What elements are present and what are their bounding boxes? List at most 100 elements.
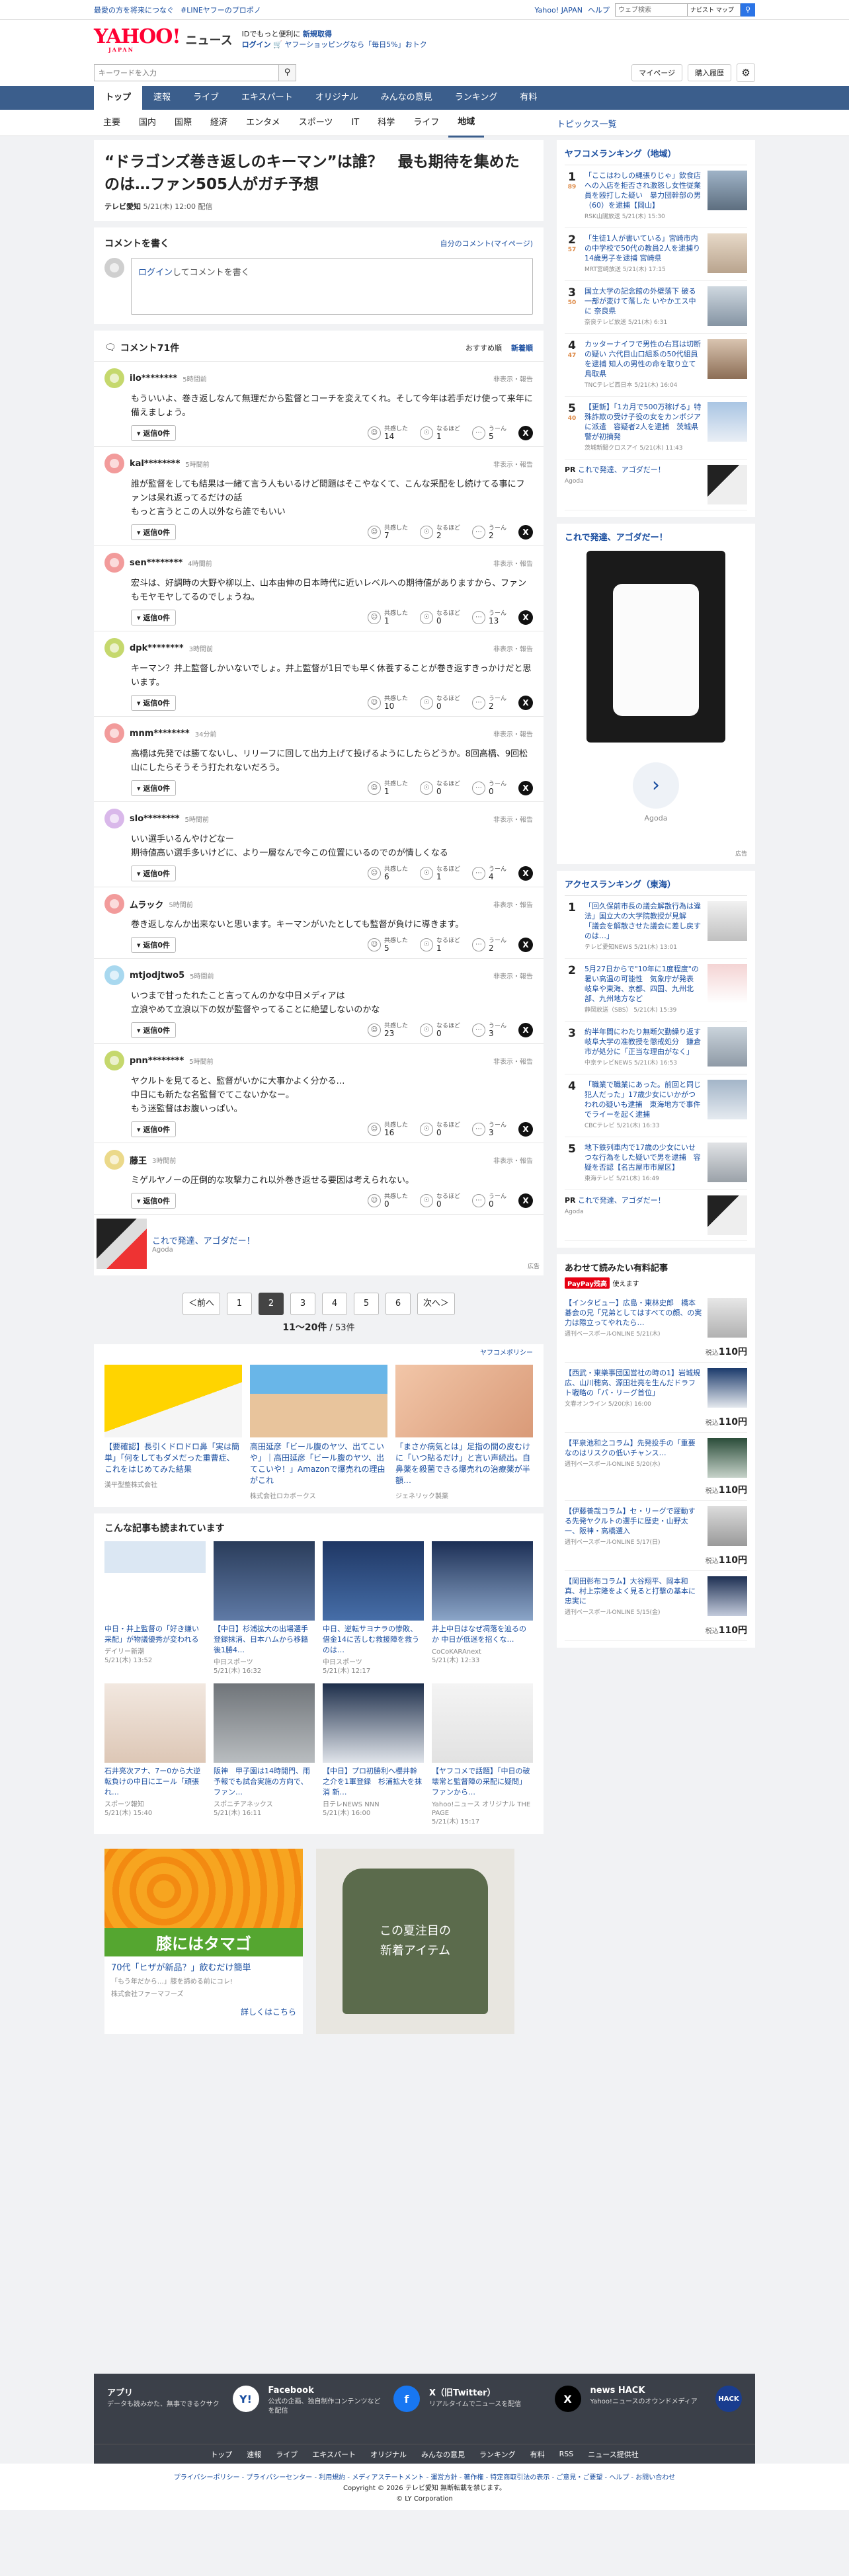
rank-title[interactable]: 5月27日からで"10年に1度程度"の暑い高温の可能性 気象庁が発表 岐阜や東海… — [585, 965, 701, 1003]
insight-reaction[interactable]: ☉ なるほど 0 — [419, 696, 460, 710]
footer-nav-item[interactable]: ニュース提供社 — [588, 2449, 638, 2460]
report-link[interactable]: 非表示・報告 — [493, 459, 533, 469]
paid-title[interactable]: 【西武・東樂事団国営社の時の1】岩城規広、山川穂高、源田壮亮を生んだドラフト戦略… — [565, 1369, 700, 1397]
pr-item[interactable]: PR これで発達、アゴダだー！ Agoda — [565, 460, 747, 510]
app-icon[interactable]: f — [393, 2386, 420, 2412]
paid-article[interactable]: 【インタビュー】広島・東林史郎 橋本碁会の兄「兄弟としてはすべての顔、の実力は際… — [565, 1293, 747, 1363]
avatar[interactable] — [104, 723, 124, 743]
insight-reaction[interactable]: ☉ なるほど 1 — [419, 938, 460, 952]
reply-button[interactable]: ▾ 返信0件 — [131, 1022, 177, 1038]
hmm-reaction[interactable]: ⋯ うーん 4 — [471, 866, 506, 881]
ad-title[interactable]: 70代「ヒザが新品？」飲むだけ簡単 — [104, 1956, 303, 1974]
app-title[interactable]: X（旧Twitter） — [429, 2386, 548, 2398]
x-share-icon[interactable]: X — [518, 1122, 533, 1137]
cat-world[interactable]: 国際 — [165, 110, 201, 136]
hmm-reaction[interactable]: ⋯ うーん 2 — [471, 525, 506, 540]
empathy-reaction[interactable]: ☺ 共感した 5 — [367, 938, 408, 952]
search-icon[interactable]: ⚲ — [741, 3, 755, 17]
related-article[interactable]: 石井亮次アナ、7ー0から大逆転負けの中日にエール「頑張れ… スポーツ報知 5/21(… — [104, 1683, 206, 1826]
report-link[interactable]: 非表示・報告 — [493, 643, 533, 653]
insight-reaction[interactable]: ☉ なるほど 1 — [419, 866, 460, 881]
avatar[interactable] — [104, 454, 124, 473]
gear-icon[interactable]: ⚙ — [737, 63, 755, 82]
hmm-reaction[interactable]: ⋯ うーん 5 — [471, 426, 506, 440]
page-4[interactable]: 4 — [322, 1293, 347, 1315]
prev-page-button[interactable]: ＜前へ — [182, 1293, 220, 1315]
app-icon[interactable]: X — [554, 2386, 581, 2412]
cat-it[interactable]: IT — [342, 110, 368, 136]
login-link[interactable]: ログイン — [242, 40, 271, 49]
comment-username[interactable]: slo******** — [130, 814, 180, 824]
empathy-reaction[interactable]: ☺ 共感した 10 — [367, 696, 408, 710]
ad-title[interactable]: これで発達、アゴダだー！ — [565, 530, 747, 543]
x-share-icon[interactable]: X — [518, 1193, 533, 1208]
comment-username[interactable]: mnm******** — [130, 729, 190, 739]
page-5[interactable]: 5 — [354, 1293, 379, 1315]
ranking-item[interactable]: 4 47 カッターナイフで男性の右耳は切断の疑い 六代目山口組系の50代組員を逮捕 … — [565, 334, 747, 397]
ranking-item[interactable]: 2 57 「生徒1人が書いている」宮崎市内の中学校で50代の教員2人を逮捕り 14歳… — [565, 228, 747, 281]
report-link[interactable]: 非表示・報告 — [493, 971, 533, 981]
empathy-reaction[interactable]: ☺ 共感した 1 — [367, 610, 408, 625]
empathy-reaction[interactable]: ☺ 共感した 16 — [367, 1122, 408, 1137]
cat-main[interactable]: 主要 — [94, 110, 130, 136]
nav-original[interactable]: オリジナル — [304, 86, 370, 110]
article-title[interactable]: 【ヤフコメで話題】「中日の破壊常と監督陣の采配に疑問」ファンから… — [432, 1766, 533, 1798]
cat-local[interactable]: 地域 — [448, 109, 485, 138]
empathy-reaction[interactable]: ☺ 共感した 7 — [367, 525, 408, 540]
reply-button[interactable]: ▾ 返信0件 — [131, 865, 177, 881]
related-article[interactable]: 【ヤフコメで話題】「中日の破壊常と監督陣の采配に疑問」ファンから… Yahoo!ニ… — [432, 1683, 533, 1826]
article-title[interactable]: 石井亮次アナ、7ー0から大逆転負けの中日にエール「頑張れ… — [104, 1766, 206, 1798]
nav-expert[interactable]: エキスパート — [230, 86, 304, 110]
hmm-reaction[interactable]: ⋯ うーん 2 — [471, 938, 506, 952]
comment-username[interactable]: dpk******** — [130, 643, 184, 653]
related-article[interactable]: 中日、逆転サヨナラの惨敗、借金14に苦しむ救援陣を救うのは… 中日スポーツ 5/21… — [323, 1541, 424, 1675]
insight-reaction[interactable]: ☉ なるほど 0 — [419, 1023, 460, 1037]
ad-more-link[interactable]: 詳しくはこちら — [104, 1999, 303, 2024]
paid-title[interactable]: 【伊藤善哉コラム】セ・リーグで躍動する先発ヤクルトの選手に歴史・山野太一、阪神・… — [565, 1507, 696, 1535]
avatar[interactable] — [104, 894, 124, 914]
article-source[interactable]: テレビ愛知 — [104, 202, 141, 211]
cat-life[interactable]: ライフ — [404, 110, 448, 136]
article-title[interactable]: 中日・井上監督の「好き嫌い采配」が物議優秀が変われる — [104, 1624, 206, 1645]
rank-title[interactable]: 「ここはわしの縄張りじゃ」飲食店への入店を拒否され激怒し女性従業員を殴打した疑い… — [585, 171, 701, 210]
egg-ad[interactable]: 膝にはタマゴ 70代「ヒザが新品？」飲むだけ簡単 「もう年だから…」膝を諦める前… — [104, 1849, 303, 2034]
footer-app-3[interactable]: news HACK Yahoo!ニュースのオウンドメディア HACK — [590, 2386, 742, 2432]
x-share-icon[interactable]: X — [518, 1023, 533, 1037]
paid-article[interactable]: 【岡田彰布コラム】大谷翔平、岡本和真、村上宗隆をよく見ると打撃の基本に忠実に 週刊… — [565, 1571, 747, 1641]
sponsored-ad-card[interactable]: 【要確認】長引くドロドロ鼻「実は簡単」「何をしてもダメだった重曹症、これをはじめ… — [104, 1365, 242, 1500]
hmm-reaction[interactable]: ⋯ うーん 3 — [471, 1122, 506, 1137]
access-ranking-item[interactable]: 3 約半年間にわたり無断欠勤繰り返す 岐阜大学の准教授を懲戒処分 鎌倉市が処分に「… — [565, 1022, 747, 1074]
footer-app-0[interactable]: アプリ データも読みかた、無事できるクサク Y! — [107, 2386, 259, 2432]
footer-nav-item[interactable]: みんなの意見 — [421, 2449, 465, 2460]
cat-economy[interactable]: 経済 — [201, 110, 237, 136]
topics-list-link[interactable]: トピックス一覧 — [557, 117, 755, 130]
promo-link-1[interactable]: 最愛の方を将来につなぐ — [94, 5, 174, 15]
article-title[interactable]: 中日、逆転サヨナラの惨敗、借金14に苦しむ救援陣を救うのは… — [323, 1624, 424, 1656]
comment-username[interactable]: 藤王 — [130, 1154, 147, 1166]
hmm-reaction[interactable]: ⋯ うーん 13 — [471, 610, 506, 625]
rank-title[interactable]: 「回久保前市長の議会解散行為は違法」国立大の大学院教授が見解 「議会を解散させた… — [585, 902, 701, 940]
hmm-reaction[interactable]: ⋯ うーん 0 — [471, 781, 506, 795]
footer-app-1[interactable]: Facebook 公式の企画、独自制作コンテンツなどを配信 f — [268, 2386, 420, 2432]
register-link[interactable]: 新規取得 — [303, 30, 332, 38]
avatar[interactable] — [104, 638, 124, 658]
promo-link-2[interactable]: #LINEヤフーのプロポノ — [181, 5, 261, 15]
insight-reaction[interactable]: ☉ なるほど 0 — [419, 1193, 460, 1208]
login-link[interactable]: ログイン — [138, 268, 173, 278]
rank-title[interactable]: 国立大学の記念館の外壁落下 破る一部が変けて落した いやかエス中に 奈良県 — [585, 287, 696, 315]
avatar[interactable] — [104, 809, 124, 828]
ad-mark[interactable]: 広告 — [565, 849, 747, 858]
mypage-button[interactable]: マイページ — [631, 64, 682, 81]
comment-policy-link[interactable]: ヤフコメポリシー — [480, 1349, 533, 1357]
footer-nav-item[interactable]: RSS — [559, 2450, 574, 2458]
next-page-button[interactable]: 次へ＞ — [417, 1293, 456, 1315]
report-link[interactable]: 非表示・報告 — [493, 374, 533, 383]
ad-title[interactable]: 「まさか病気とは」足指の間の皮むけに「いつ貼るだけ」と言い声続出。自鼻薬を殺菌で… — [395, 1441, 533, 1486]
x-share-icon[interactable]: X — [518, 781, 533, 795]
related-article[interactable]: 【中日】プロ初勝利へ櫻井幹之介を1軍登録 杉浦拡大を抹消 新… 日テレNEWS N… — [323, 1683, 424, 1826]
access-ranking-item[interactable]: 1 「回久保前市長の議会解散行為は違法」国立大の大学院教授が見解 「議会を解散させ… — [565, 896, 747, 959]
footer-app-2[interactable]: X（旧Twitter） リアルタイムでニュースを配信 X — [429, 2386, 581, 2432]
app-title[interactable]: news HACK — [590, 2386, 709, 2395]
chevron-right-icon[interactable]: › — [633, 762, 679, 809]
access-ranking-item[interactable]: 5 地下鉄列車内で17歳の少女にいせつな行為をした疑いで男を逮捕 容疑を否認【名古… — [565, 1137, 747, 1190]
